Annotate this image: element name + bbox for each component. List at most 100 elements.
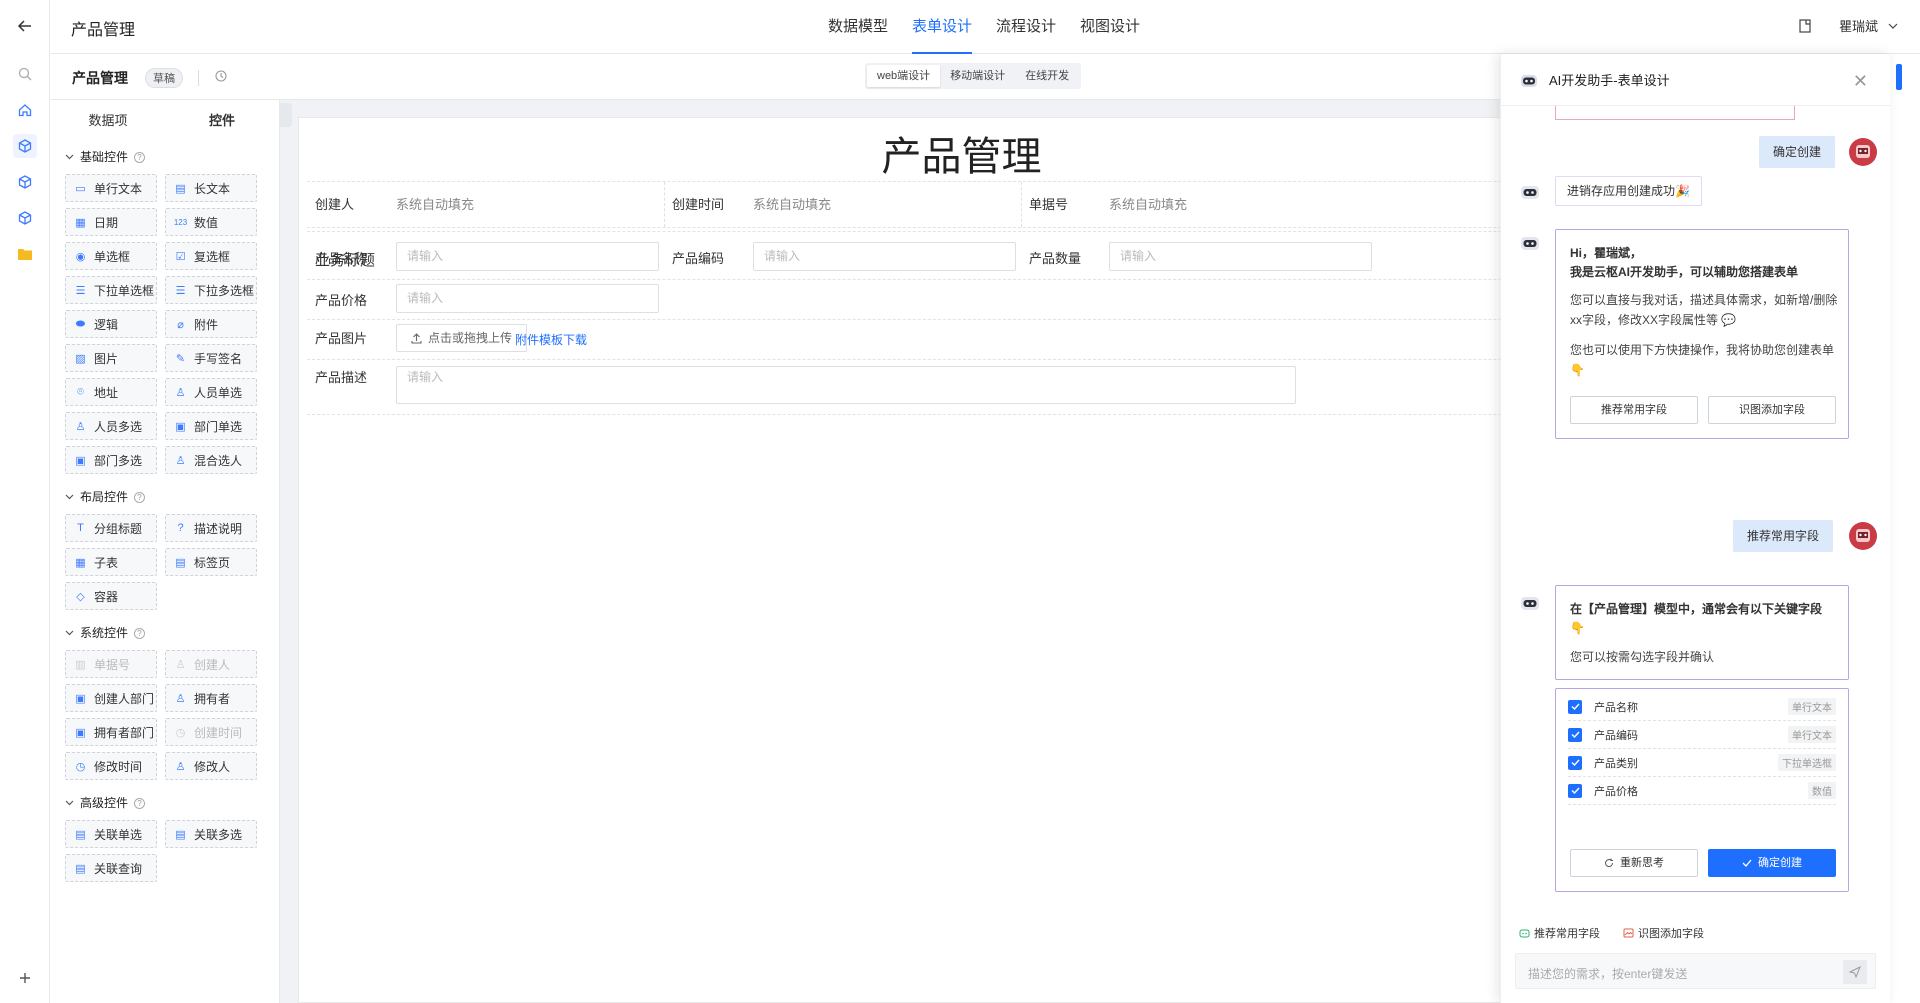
- control-item[interactable]: ✎ 手写签名: [165, 344, 257, 372]
- control-group-header[interactable]: 系统控件?: [65, 618, 279, 648]
- send-button[interactable]: [1843, 960, 1867, 984]
- confirm-create-button[interactable]: 确定创建: [1708, 849, 1836, 877]
- control-item[interactable]: ? 描述说明: [165, 514, 257, 542]
- quick-image-add-fields[interactable]: 识图添加字段: [1623, 925, 1704, 941]
- tab-data-items[interactable]: 数据项: [51, 100, 165, 142]
- chat-input[interactable]: 描述您的需求，按enter键发送: [1515, 953, 1876, 989]
- dept-icon: ▣: [175, 420, 186, 433]
- control-item[interactable]: T 分组标题: [65, 514, 157, 542]
- chevron-down-icon: [65, 630, 74, 636]
- recommend-fields-button[interactable]: 推荐常用字段: [1570, 396, 1698, 424]
- tab-flow-design[interactable]: 流程设计: [984, 0, 1068, 54]
- control-item[interactable]: ▤ 标签页: [165, 548, 257, 576]
- suggested-field-row[interactable]: 产品名称 单行文本: [1568, 693, 1836, 721]
- control-group-header[interactable]: 高级控件?: [65, 788, 279, 818]
- primary-button-edge[interactable]: [1896, 64, 1902, 90]
- mode-mobile[interactable]: 移动端设计: [940, 65, 1015, 87]
- checkbox[interactable]: [1568, 755, 1582, 770]
- suggested-field-row[interactable]: 产品编码 单行文本: [1568, 721, 1836, 749]
- close-icon[interactable]: ✕: [1853, 71, 1868, 92]
- quick-recommend-fields[interactable]: 推荐常用字段: [1519, 925, 1600, 941]
- bot-suggest-message: 在【产品管理】模型中，通常会有以下关键字段 👇 您可以按需勾选字段并确认: [1555, 585, 1849, 680]
- tab-data-model[interactable]: 数据模型: [816, 0, 900, 54]
- search-icon[interactable]: [13, 62, 37, 86]
- control-grid: ▤ 关联单选 ▤ 关联多选 ▤ 关联查询: [65, 818, 279, 890]
- product-name-input[interactable]: 请输入: [396, 242, 659, 271]
- tab-controls[interactable]: 控件: [165, 100, 279, 142]
- mode-web[interactable]: web端设计: [867, 65, 941, 87]
- control-item[interactable]: ☰ 下拉多选框: [165, 276, 257, 304]
- mode-online-dev[interactable]: 在线开发: [1015, 65, 1079, 87]
- form-title[interactable]: 产品管理: [299, 124, 1624, 182]
- tab-view-design[interactable]: 视图设计: [1068, 0, 1152, 54]
- control-item[interactable]: ▣ 部门多选: [65, 446, 157, 474]
- history-icon[interactable]: [215, 70, 227, 82]
- cube-icon[interactable]: [13, 134, 37, 158]
- checkbox[interactable]: [1568, 727, 1582, 742]
- control-item[interactable]: ▣ 创建人部门: [65, 684, 157, 712]
- control-item[interactable]: ▤ 关联查询: [65, 854, 157, 882]
- control-item[interactable]: ◇ 容器: [65, 582, 157, 610]
- image-add-fields-button[interactable]: 识图添加字段: [1708, 396, 1836, 424]
- doc-icon[interactable]: [1799, 18, 1811, 33]
- rethink-label: 重新思考: [1620, 857, 1664, 869]
- template-download-link[interactable]: 附件模板下载: [515, 331, 587, 348]
- control-item[interactable]: ♙ 修改人: [165, 752, 257, 780]
- control-item[interactable]: ▨ 图片: [65, 344, 157, 372]
- upload-button[interactable]: 点击或拖拽上传: [396, 324, 528, 352]
- product-description-textarea[interactable]: 请输入: [396, 366, 1296, 404]
- collapse-panel-handle[interactable]: [280, 103, 292, 127]
- control-item[interactable]: ♙ 混合选人: [165, 446, 257, 474]
- control-label: 关联多选: [194, 827, 243, 842]
- control-item[interactable]: ☑ 复选框: [165, 242, 257, 270]
- control-item[interactable]: ⬬ 逻辑: [65, 310, 157, 338]
- control-item[interactable]: ▦ 日期: [65, 208, 157, 236]
- checkbox[interactable]: [1568, 783, 1582, 798]
- control-item[interactable]: ▦ 子表: [65, 548, 157, 576]
- checkbox[interactable]: [1568, 699, 1582, 714]
- control-item[interactable]: ♙ 人员多选: [65, 412, 157, 440]
- product-code-input[interactable]: 请输入: [753, 242, 1016, 271]
- control-item[interactable]: ◷ 修改时间: [65, 752, 157, 780]
- control-item[interactable]: ▭ 单行文本: [65, 174, 157, 202]
- home-icon[interactable]: [13, 98, 37, 122]
- suggested-field-row[interactable]: 产品价格 数值: [1568, 777, 1836, 805]
- help-icon[interactable]: ?: [134, 797, 146, 809]
- control-group-header[interactable]: 基础控件?: [65, 142, 279, 172]
- location-icon: ⌾: [77, 385, 84, 398]
- control-item[interactable]: ▣ 拥有者部门: [65, 718, 157, 746]
- control-item[interactable]: ⌾ 地址: [65, 378, 157, 406]
- control-item[interactable]: ▤ 长文本: [165, 174, 257, 202]
- user-menu[interactable]: 瞿瑞斌: [1799, 16, 1898, 35]
- attachment-icon: ⌀: [177, 318, 184, 331]
- suggested-field-row[interactable]: 产品类别 下拉单选框: [1568, 749, 1836, 777]
- control-item[interactable]: ◉ 单选框: [65, 242, 157, 270]
- control-item[interactable]: ▤ 关联多选: [165, 820, 257, 848]
- tab-form-design[interactable]: 表单设计: [900, 0, 984, 54]
- help-icon[interactable]: ?: [134, 151, 146, 163]
- control-item[interactable]: 123 数值: [165, 208, 257, 236]
- control-label: 人员多选: [94, 419, 143, 434]
- product-quantity-input[interactable]: 请输入: [1109, 242, 1372, 271]
- control-group-title: 高级控件: [80, 796, 129, 810]
- send-icon: [1849, 966, 1861, 978]
- control-item[interactable]: ▣ 部门单选: [165, 412, 257, 440]
- folder-icon[interactable]: [13, 242, 37, 266]
- product-price-input[interactable]: 请输入: [396, 284, 659, 313]
- control-item[interactable]: ⌀ 附件: [165, 310, 257, 338]
- control-item[interactable]: ♙ 人员单选: [165, 378, 257, 406]
- help-icon[interactable]: ?: [134, 627, 146, 639]
- back-arrow-icon[interactable]: [13, 14, 37, 38]
- control-item[interactable]: ♙ 拥有者: [165, 684, 257, 712]
- control-item[interactable]: ☰ 下拉单选框: [65, 276, 157, 304]
- control-item: ◷ 创建时间: [165, 718, 257, 746]
- rethink-button[interactable]: 重新思考: [1570, 849, 1698, 877]
- help-icon[interactable]: ?: [134, 491, 146, 503]
- add-icon[interactable]: [13, 966, 37, 990]
- control-label: 拥有者: [194, 691, 231, 706]
- control-item[interactable]: ▤ 关联单选: [65, 820, 157, 848]
- cube-icon[interactable]: [13, 206, 37, 230]
- cube-icon[interactable]: [13, 170, 37, 194]
- control-group-header[interactable]: 布局控件?: [65, 482, 279, 512]
- checkbox-icon: ☑: [175, 250, 186, 263]
